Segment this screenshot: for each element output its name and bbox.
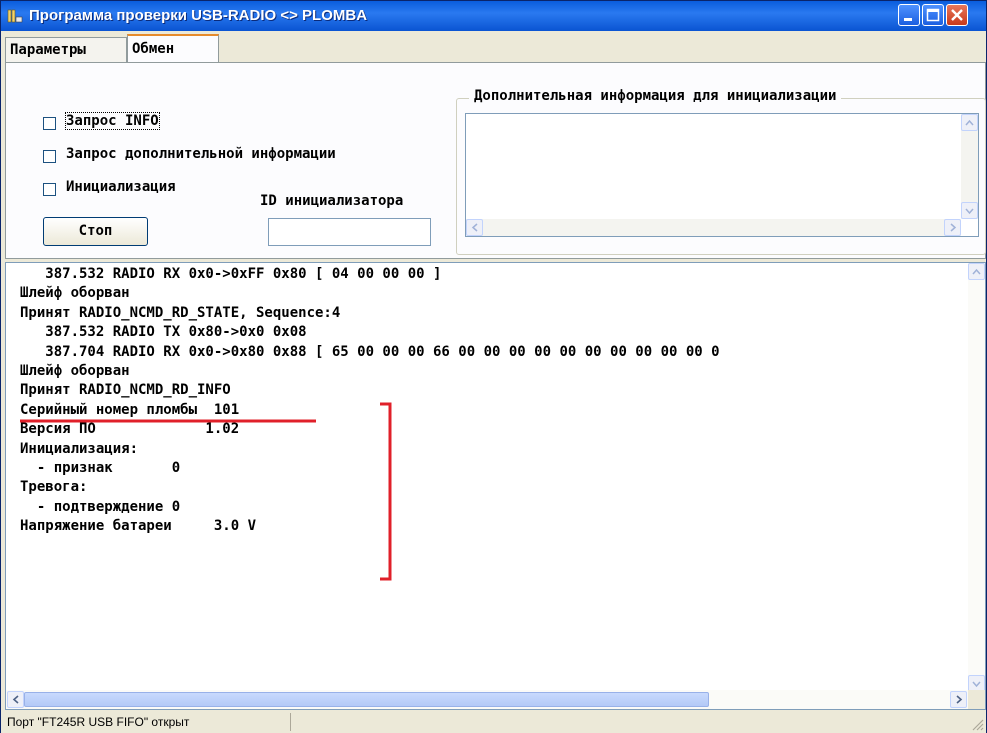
chevron-left-icon — [12, 695, 19, 704]
minimize-icon — [904, 18, 912, 21]
log-line: Шлейф оборван — [20, 285, 130, 302]
tab-exchange[interactable]: Обмен — [127, 34, 219, 62]
memo-scroll-right-button[interactable] — [944, 219, 961, 236]
log-line: Принят RADIO_NCMD_RD_STATE, Sequence:4 — [20, 304, 341, 321]
maximize-button[interactable] — [922, 4, 944, 26]
status-bar: Порт "FT245R USB FIFO" открыт — [1, 711, 986, 733]
memo-scroll-down-button[interactable] — [961, 202, 978, 219]
log-line: Серийный номер пломбы 101 — [20, 401, 240, 418]
log-scroll-up-button[interactable] — [968, 263, 985, 280]
initialization-label[interactable]: Инициализация — [66, 179, 176, 195]
chevron-right-icon — [956, 695, 963, 704]
memo-scroll-left-button[interactable] — [466, 219, 483, 236]
extra-info-textarea[interactable] — [465, 113, 979, 237]
memo-scroll-up-button[interactable] — [961, 114, 978, 131]
chevron-down-icon — [965, 208, 974, 215]
log-line: - признак 0 — [20, 460, 181, 477]
memo-horizontal-scrollbar[interactable] — [466, 219, 961, 236]
log-vertical-scrollbar[interactable] — [968, 263, 985, 692]
log-line: Тревога: — [20, 479, 88, 496]
chevron-right-icon — [950, 223, 957, 232]
window-title: Программа проверки USB-RADIO <> PLOMBA — [29, 7, 368, 24]
close-button[interactable] — [946, 4, 968, 26]
close-icon — [951, 9, 963, 21]
initiator-id-label: ID инициализатора — [260, 193, 404, 209]
tab-parameters[interactable]: Параметры — [5, 37, 127, 62]
initiator-id-input[interactable] — [268, 218, 431, 246]
chevron-left-icon — [471, 223, 478, 232]
title-bar[interactable]: Программа проверки USB-RADIO <> PLOMBA — [1, 1, 986, 31]
log-line: 387.532 RADIO RX 0x0->0xFF 0x80 [ 04 00 … — [20, 266, 442, 282]
chevron-down-icon — [972, 681, 981, 688]
exchange-panel: Запрос INFO Запрос дополнительной информ… — [5, 62, 986, 259]
resize-grip-icon[interactable] — [970, 717, 984, 731]
log-output[interactable]: 387.532 RADIO RX 0x0->0xFF 0x80 [ 04 00 … — [5, 262, 986, 710]
log-scroll-thumb[interactable] — [24, 692, 709, 707]
scrollbar-corner — [968, 690, 985, 709]
log-line: Шлейф оборван — [20, 363, 130, 380]
memo-vertical-scrollbar[interactable] — [961, 114, 978, 219]
log-line: Инициализация: — [20, 440, 139, 457]
extra-info-request-checkbox[interactable] — [43, 150, 56, 163]
log-horizontal-scrollbar[interactable] — [6, 690, 968, 709]
info-request-checkbox[interactable] — [43, 117, 56, 130]
minimize-button[interactable] — [898, 4, 920, 26]
maximize-icon — [926, 8, 940, 22]
chevron-up-icon — [965, 119, 974, 126]
log-line: 387.532 RADIO TX 0x80->0x0 0x08 — [20, 324, 307, 341]
info-request-label[interactable]: Запрос INFO — [65, 112, 160, 130]
log-scroll-right-button[interactable] — [950, 691, 967, 708]
app-icon — [7, 9, 23, 23]
extra-info-request-label[interactable]: Запрос дополнительной информации — [66, 146, 336, 162]
stop-button[interactable]: Стоп — [43, 217, 148, 246]
log-line: Версия ПО 1.02 — [20, 421, 240, 438]
extra-info-group: Дополнительная информация для инициализа… — [456, 88, 986, 255]
chevron-up-icon — [972, 268, 981, 275]
extra-info-group-title: Дополнительная информация для инициализа… — [469, 88, 842, 104]
log-lines: 387.532 RADIO RX 0x0->0xFF 0x80 [ 04 00 … — [20, 265, 720, 537]
log-line: 387.704 RADIO RX 0x0->0x80 0x88 [ 65 00 … — [20, 343, 720, 360]
log-line: Принят RADIO_NCMD_RD_INFO — [20, 382, 231, 399]
initialization-checkbox[interactable] — [43, 183, 56, 196]
log-line: Напряжение батареи 3.0 V — [20, 518, 257, 535]
status-text: Порт "FT245R USB FIFO" открыт — [3, 713, 291, 731]
main-window: Программа проверки USB-RADIO <> PLOMBA П… — [0, 0, 987, 733]
log-scroll-left-button[interactable] — [7, 691, 24, 708]
log-line: - подтверждение 0 — [20, 498, 181, 515]
